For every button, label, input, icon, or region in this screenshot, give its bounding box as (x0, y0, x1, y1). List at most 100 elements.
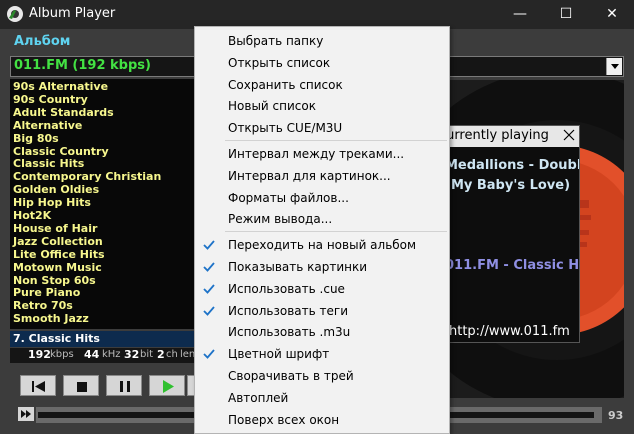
station-item[interactable]: Alternative (13, 119, 82, 132)
bits-value: 32 (124, 348, 140, 361)
context-menu: Выбрать папку Открыть список Сохранить спи… (194, 26, 450, 434)
station-item[interactable]: Big 80s (13, 132, 59, 145)
menu-item-label: Показывать картинки (228, 260, 368, 274)
station-item[interactable]: Retro 70s (13, 299, 73, 312)
play-button[interactable] (149, 375, 185, 396)
menu-item[interactable]: Использовать теги (195, 300, 449, 322)
menu-item-label: Открыть CUE/M3U (228, 121, 343, 136)
menu-separator (225, 231, 447, 233)
station-item[interactable]: Hot2K (13, 209, 51, 222)
station-list[interactable]: 90s Alternative 90s Country Adult Standard… (10, 79, 194, 329)
window-title: Album Player (29, 6, 116, 21)
pause-icon (120, 381, 130, 392)
now-playing-track-line2: (My Baby's Love) (445, 178, 571, 193)
menu-item[interactable]: Автоплей (195, 387, 449, 409)
menu-item-label: Сохранить список (228, 77, 343, 92)
menu-item[interactable]: Сворачивать в трей (195, 365, 449, 387)
station-item[interactable]: Pure Piano (13, 286, 80, 299)
menu-item-label: Использовать .m3u (228, 325, 351, 340)
pause-button[interactable] (106, 375, 142, 396)
menu-item[interactable]: Поверх всех окон (195, 409, 449, 431)
now-playing-station: 011.FM - Classic Hits (445, 258, 580, 273)
menu-item-label: Сворачивать в трей (228, 369, 354, 383)
previous-button[interactable] (20, 375, 56, 396)
album-select-value: 011.FM (192 kbps) (14, 58, 151, 73)
app-icon (7, 6, 23, 22)
menu-item-label: Использовать .cue (228, 281, 345, 296)
now-playing-url: http://www.011.fm (449, 324, 570, 339)
menu-item[interactable]: Режим вывода... (195, 208, 449, 230)
stop-icon (77, 382, 87, 392)
menu-item[interactable]: Использовать .m3u (195, 321, 449, 343)
current-track[interactable]: 7. Classic Hits (10, 331, 194, 347)
station-item[interactable]: Smooth Jazz (13, 312, 89, 325)
now-playing-track-line1: Medallions - Double (445, 158, 580, 173)
play-icon (163, 380, 174, 393)
menu-item-label: Переходить на новый альбом (228, 238, 417, 253)
close-icon[interactable] (562, 128, 576, 142)
menu-item[interactable]: Новый список (195, 95, 449, 117)
station-item[interactable]: Contemporary Christian (13, 170, 161, 183)
menu-item-label: Цветной шрифт (228, 347, 330, 362)
volume-value: 93 (608, 409, 624, 422)
station-item[interactable]: Classic Hits (13, 157, 84, 170)
maximize-button[interactable]: ☐ (543, 0, 589, 29)
now-playing-title: Currently playing (440, 128, 549, 143)
menu-item-label: Интервал между треками... (228, 147, 405, 161)
menu-item-label: Открыть список (228, 55, 331, 70)
bits-unit: bit (140, 349, 154, 360)
minimize-icon: — (513, 6, 527, 22)
title-bar: Album Player — ☐ ✕ (0, 0, 634, 29)
samplerate-value: 44 (84, 348, 100, 361)
skip-back-icon (32, 381, 45, 392)
menu-item-label: Использовать теги (228, 303, 349, 318)
station-item[interactable]: Hip Hop Hits (13, 196, 91, 209)
menu-item-label: Автоплей (228, 390, 289, 405)
channels-unit: ch (166, 349, 178, 360)
station-item[interactable]: Classic Country (13, 145, 109, 158)
menu-separator (225, 140, 447, 141)
album-dropdown-button[interactable] (606, 58, 622, 75)
checkmark-icon (203, 349, 215, 360)
menu-item[interactable]: Цветной шрифт (195, 343, 449, 365)
current-track-label: 7. Classic Hits (13, 332, 100, 345)
menu-item[interactable]: Интервал между треками... (195, 143, 449, 165)
seek-forward-icon (18, 407, 34, 421)
station-item[interactable]: Lite Office Hits (13, 248, 105, 261)
close-button[interactable]: ✕ (589, 0, 634, 29)
station-item[interactable]: Jazz Collection (13, 235, 103, 248)
maximize-icon: ☐ (559, 6, 573, 22)
chevron-down-icon (611, 64, 619, 69)
now-playing-panel: Currently playing Medallions - Double (M… (440, 125, 580, 343)
bitrate-value: 192 (28, 348, 51, 361)
menu-item-label: Форматы файлов... (228, 190, 349, 205)
station-item[interactable]: Golden Oldies (13, 183, 99, 196)
menu-item[interactable]: Использовать .cue (195, 278, 449, 300)
station-item[interactable]: 90s Country (13, 93, 88, 106)
station-item[interactable]: House of Hair (13, 222, 97, 235)
station-item[interactable]: Motown Music (13, 261, 102, 274)
menu-item[interactable]: Форматы файлов... (195, 187, 449, 209)
samplerate-unit: kHz (102, 349, 121, 360)
menu-item[interactable]: Открыть CUE/M3U (195, 117, 449, 139)
now-playing-title-bar: Currently playing (441, 126, 579, 147)
menu-item-label: Интервал для картинок... (228, 168, 391, 183)
channels-value: 2 (157, 348, 165, 361)
close-icon: ✕ (606, 6, 618, 22)
menu-item-label: Выбрать папку (228, 34, 324, 48)
checkmark-icon (203, 240, 215, 251)
station-item[interactable]: Adult Standards (13, 106, 114, 119)
menu-item[interactable]: Переходить на новый альбом (195, 234, 449, 256)
menu-item[interactable]: Интервал для картинок... (195, 165, 449, 187)
menu-item[interactable]: Открыть список (195, 52, 449, 74)
menu-item[interactable]: Сохранить список (195, 74, 449, 96)
menu-item[interactable]: Показывать картинки (195, 256, 449, 278)
menu-item[interactable]: Выбрать папку (195, 30, 449, 52)
stop-button[interactable] (63, 375, 99, 396)
album-label: Альбом (14, 34, 71, 49)
station-item[interactable]: 90s Alternative (13, 80, 108, 93)
station-item[interactable]: Non Stop 60s (13, 274, 96, 287)
menu-item-label: Поверх всех окон (228, 412, 340, 427)
minimize-button[interactable]: — (497, 0, 543, 29)
stream-info-bar: 192 kbps 44 kHz 32 bit 2 ch len (10, 348, 195, 363)
